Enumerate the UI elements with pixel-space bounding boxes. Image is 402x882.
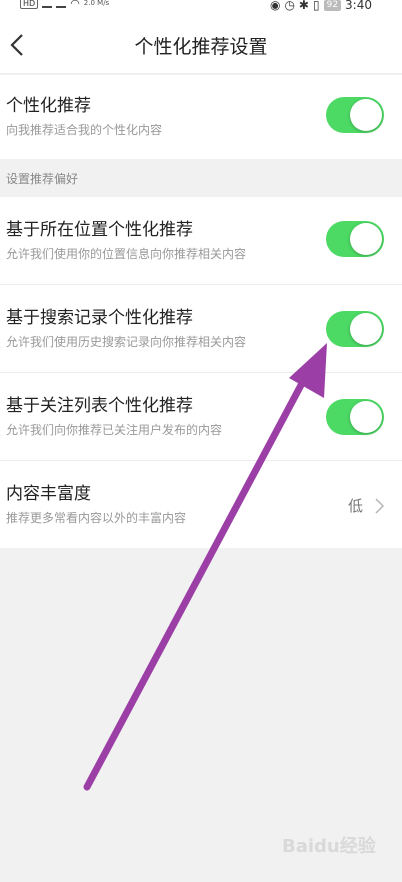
setting-title: 基于关注列表个性化推荐 xyxy=(6,396,193,416)
richness-selector[interactable]: 低 xyxy=(348,495,384,516)
richness-value: 低 xyxy=(347,497,363,515)
chevron-right-icon xyxy=(375,497,384,514)
main-setting-group: 个性化推荐 向我推荐适合我的个性化内容 xyxy=(0,75,402,159)
setting-subtitle: 推荐更多常看内容以外的丰富内容 xyxy=(6,511,187,525)
setting-subtitle: 允许我们使用你的位置信息向你推荐相关内容 xyxy=(6,247,247,261)
setting-subtitle: 允许我们使用历史搜索记录向你推荐相关内容 xyxy=(6,335,247,349)
following-toggle[interactable] xyxy=(326,399,384,435)
setting-subtitle: 向我推荐适合我的个性化内容 xyxy=(6,123,163,137)
setting-row-search-history: 基于搜索记录个性化推荐 允许我们使用历史搜索记录向你推荐相关内容 xyxy=(0,285,402,373)
setting-row-location: 基于所在位置个性化推荐 允许我们使用你的位置信息向你推荐相关内容 xyxy=(0,197,402,285)
bluetooth-icon: ✱ xyxy=(298,0,309,12)
watermark: Baidu经验 xyxy=(282,836,376,857)
setting-row-following: 基于关注列表个性化推荐 允许我们向你推荐已关注用户发布的内容 xyxy=(0,373,402,461)
setting-title: 基于搜索记录个性化推荐 xyxy=(6,308,193,328)
preference-group: 基于所在位置个性化推荐 允许我们使用你的位置信息向你推荐相关内容 基于搜索记录个… xyxy=(0,197,402,548)
page-title: 个性化推荐设置 xyxy=(134,36,268,58)
section-label: 设置推荐偏好 xyxy=(6,172,79,186)
vibrate-icon: ▯ xyxy=(312,0,320,12)
toggle-knob xyxy=(350,401,382,433)
alarm-icon: ◷ xyxy=(284,0,295,12)
setting-title: 基于所在位置个性化推荐 xyxy=(6,220,193,240)
clock: 3:40 xyxy=(345,0,372,12)
toggle-knob xyxy=(350,99,382,131)
status-right: ◉ ◷ ✱ ▯ 92 3:40 xyxy=(270,0,372,12)
hd-badge: HD xyxy=(20,0,39,9)
battery-level: 92 xyxy=(323,0,342,11)
status-left: HD ◠ 2.0 M/s xyxy=(20,0,109,10)
search-history-toggle[interactable] xyxy=(326,311,384,347)
setting-row-personalized: 个性化推荐 向我推荐适合我的个性化内容 xyxy=(0,75,402,159)
nav-bar: 个性化推荐设置 xyxy=(0,14,402,74)
signal-icon-2 xyxy=(56,0,67,8)
location-toggle[interactable] xyxy=(326,221,384,257)
setting-title: 内容丰富度 xyxy=(6,484,91,504)
wifi-icon: ◠ xyxy=(70,0,80,10)
personalized-toggle[interactable] xyxy=(326,97,384,133)
setting-title: 个性化推荐 xyxy=(6,96,91,116)
setting-row-richness[interactable]: 内容丰富度 推荐更多常看内容以外的丰富内容 低 xyxy=(0,461,402,548)
signal-icon xyxy=(42,0,53,8)
network-speed: 2.0 M/s xyxy=(83,0,110,7)
toggle-knob xyxy=(350,313,382,345)
eye-icon: ◉ xyxy=(269,0,281,12)
setting-subtitle: 允许我们向你推荐已关注用户发布的内容 xyxy=(6,423,223,437)
status-bar: HD ◠ 2.0 M/s ◉ ◷ ✱ ▯ 92 3:40 xyxy=(0,0,402,14)
toggle-knob xyxy=(350,223,382,255)
